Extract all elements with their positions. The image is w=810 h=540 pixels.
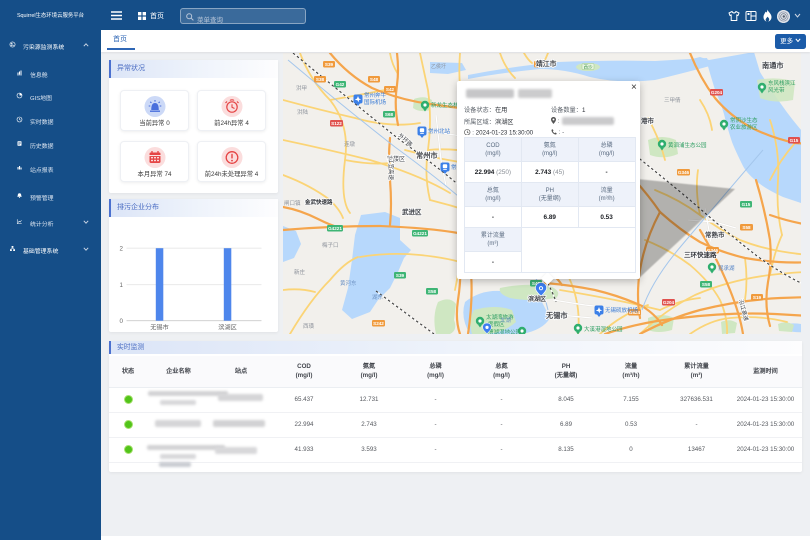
svg-text:滨湖区: 滨湖区	[218, 324, 237, 332]
svg-text:1: 1	[120, 282, 124, 289]
svg-text:2: 2	[120, 246, 124, 253]
svg-text:0: 0	[120, 318, 124, 325]
svg-text:无锡市: 无锡市	[150, 324, 169, 332]
